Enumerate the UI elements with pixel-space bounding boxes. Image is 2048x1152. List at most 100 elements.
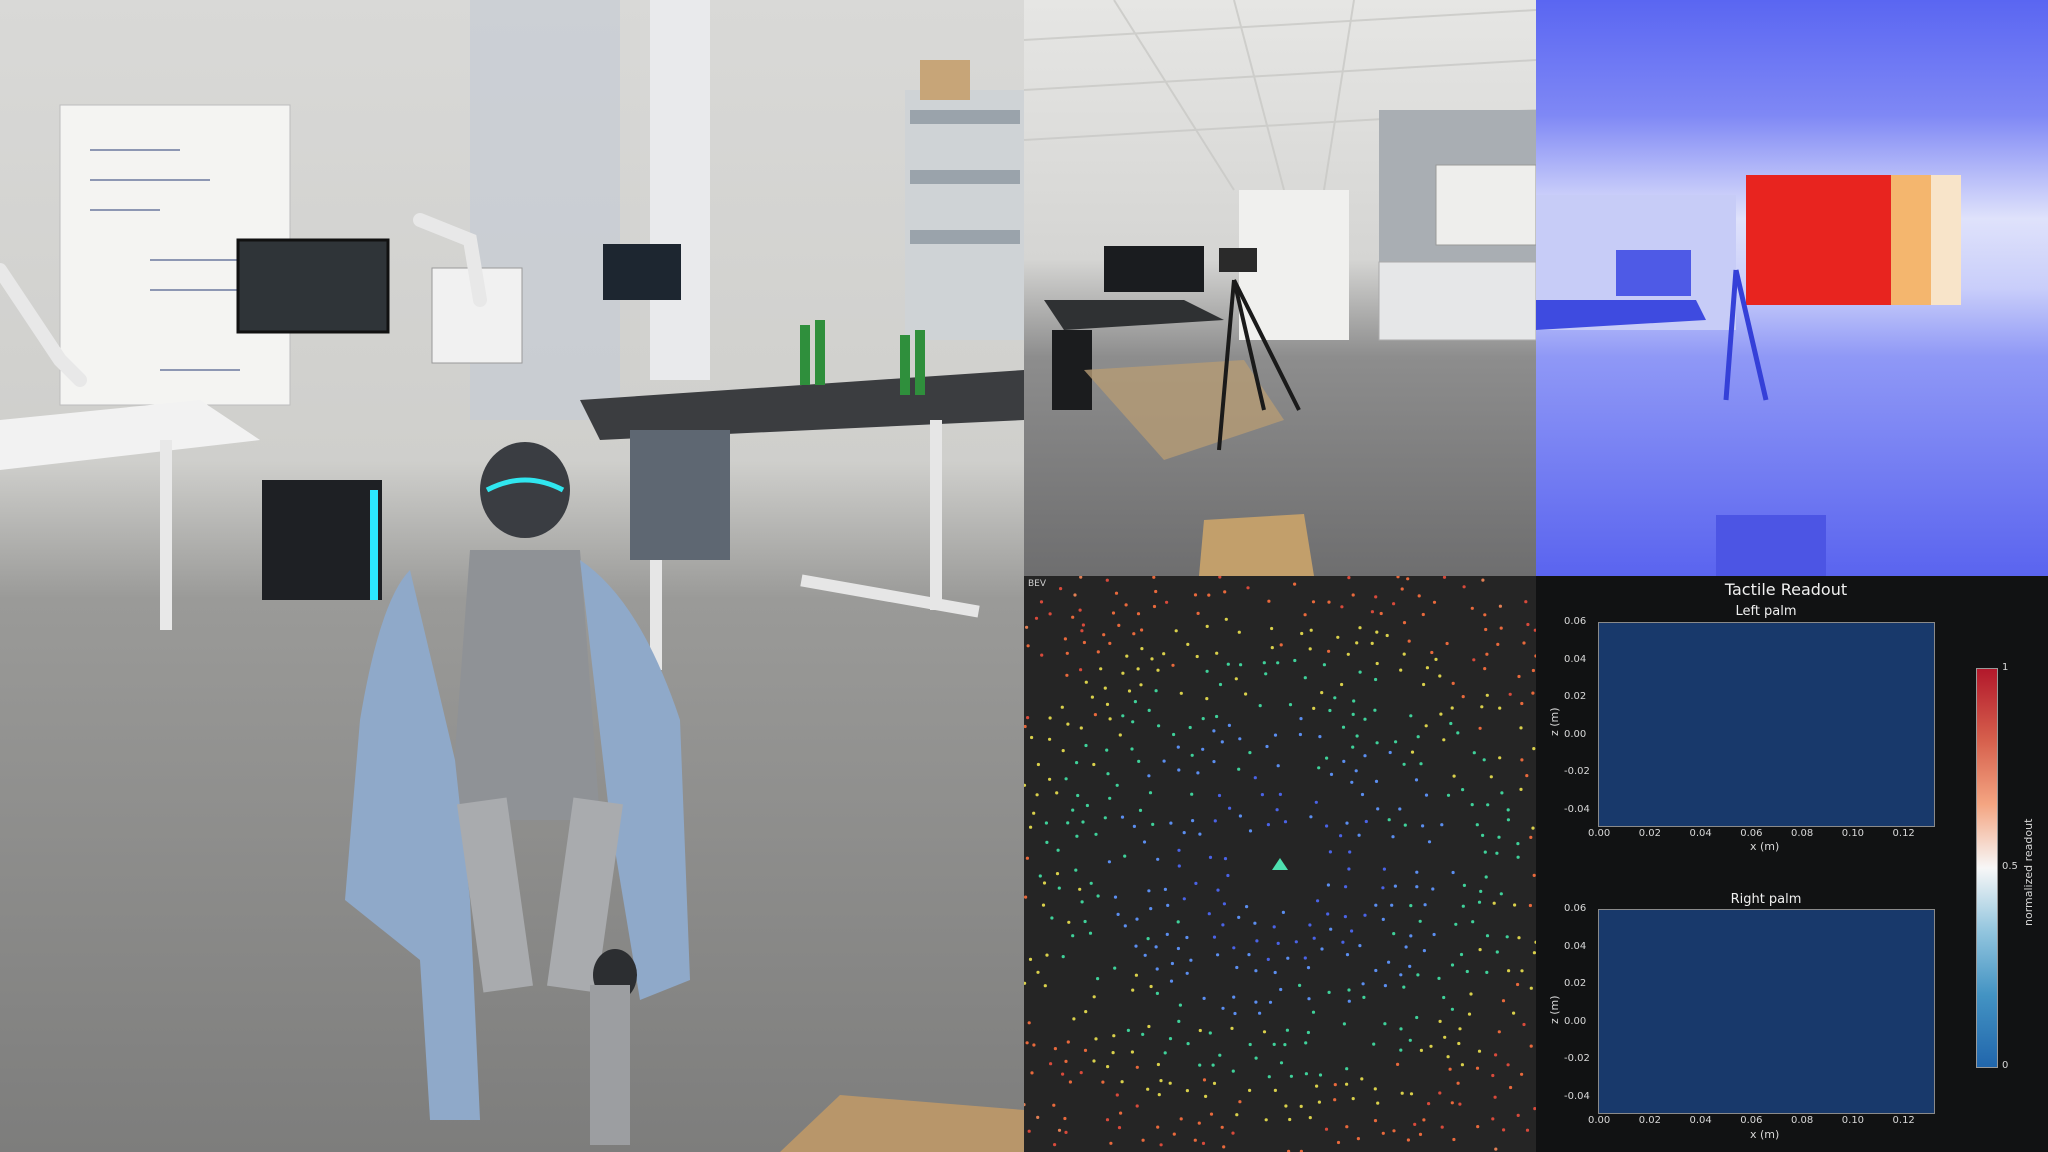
bev-point [1030,735,1034,740]
bev-point [1443,1035,1447,1039]
bev-point [1499,892,1503,896]
bev-point [1248,1088,1252,1092]
bev-point [1450,1101,1454,1105]
bev-point [1096,894,1100,898]
bev-point [1258,704,1262,708]
bev-point [1084,743,1088,748]
bev-point [1155,991,1159,995]
bev-point [1461,904,1465,908]
bev-point [1475,1066,1480,1070]
bev-point [1396,576,1400,579]
bev-point [1044,821,1048,825]
bev-point [1341,725,1346,729]
bev-point [1177,848,1181,852]
bev-point [1339,834,1343,838]
bev-point [1329,772,1334,776]
bev-point [1532,747,1536,751]
bev-point [1089,881,1093,885]
bev-point [1060,705,1064,709]
bev-point [1174,629,1178,633]
bev-point [1136,612,1141,616]
bev-point [1090,695,1094,699]
x-tick: 0.10 [1841,1115,1865,1126]
bev-point [1462,883,1466,887]
bev-point [1196,771,1200,775]
bev-point [1485,693,1489,697]
y-tick: 0.02 [1564,978,1587,990]
bev-point [1505,935,1509,939]
bev-point [1465,969,1469,974]
bev-point [1264,672,1268,676]
bev-point [1217,793,1222,798]
bev-point [1360,792,1365,797]
bev-point [1529,1044,1533,1048]
bev-point [1299,717,1303,721]
bev-point [1392,932,1396,936]
colorbar-tick-top: 1 [2002,662,2009,673]
bev-point [1289,1074,1293,1078]
bev-point [1376,1101,1380,1105]
bev-point [1105,748,1109,752]
bev-point [1163,887,1167,891]
bev-point [1345,1082,1349,1086]
bev-point [1325,824,1329,828]
bev-point [1168,1081,1172,1085]
bev-point [1462,585,1466,589]
bev-point [1520,701,1524,706]
bev-point [1106,1065,1110,1069]
bev-point [1358,944,1362,948]
bev-point [1429,1044,1433,1048]
bev-point [1048,612,1052,616]
bev-point [1516,842,1520,846]
bev-point [1162,652,1166,656]
bev-point [1370,641,1374,645]
bev-point [1479,889,1483,893]
bev-point [1072,1017,1076,1021]
bev-point [1053,1047,1057,1051]
bev-point [1135,917,1139,921]
bev-point [1438,1019,1442,1023]
bev-point [1415,885,1419,889]
bev-point [1079,726,1083,730]
bev-point [1055,872,1060,876]
bev-point [1215,714,1219,719]
bev-point [1228,806,1232,810]
bev-point [1470,803,1474,807]
bev-point [1344,885,1348,889]
bev-point [1156,668,1160,672]
bev-point [1442,995,1446,1000]
ego-vehicle-icon [1272,858,1288,870]
bev-point [1079,576,1083,579]
bev-point [1265,744,1269,749]
bev-point [1375,630,1379,634]
y-tick: 0.06 [1564,903,1587,914]
bev-point [1244,692,1248,696]
bev-point [1519,726,1523,730]
bev-point [1483,850,1487,854]
bev-point [1193,593,1198,597]
bev-point [1391,835,1395,839]
bev-point [1318,735,1322,739]
bev-point [1531,691,1535,695]
bev-point [1457,1041,1461,1046]
bev-point [1279,987,1283,992]
bev-point [1422,949,1426,953]
bev-point [1399,1048,1403,1052]
bev-point [1131,720,1135,724]
bev-point [1120,815,1125,819]
bev-point [1262,661,1266,665]
bev-point [1285,1028,1289,1032]
bev-point [1075,834,1079,838]
bev-point [1041,903,1046,907]
bev-point [1048,737,1052,741]
bev-point [1350,780,1354,784]
bev-point [1237,767,1241,771]
bev-point [1258,1011,1262,1015]
bev-point [1388,750,1392,755]
bev-point [1471,920,1475,924]
bev-point [1123,924,1127,928]
bev-point [1130,1050,1134,1054]
right-palm-heatmap [1598,909,1935,1114]
bev-point [1461,695,1465,699]
bev-point [1106,772,1110,776]
